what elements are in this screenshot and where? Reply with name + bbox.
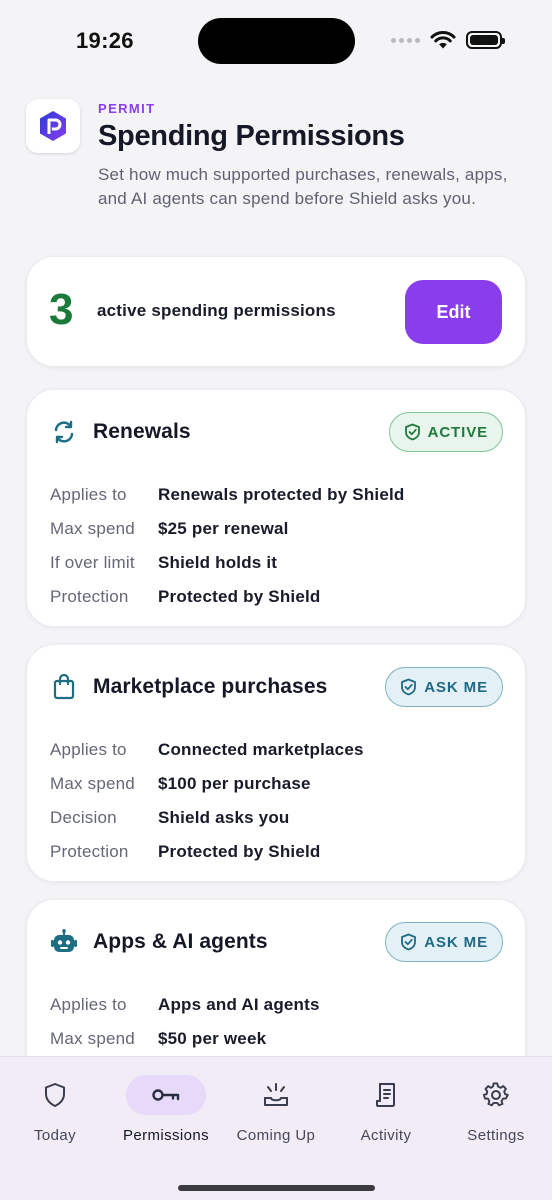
detail-key: Protection (50, 842, 129, 861)
detail-key: Applies to (50, 485, 127, 504)
detail-value: $25 per renewal (158, 519, 289, 538)
shopping-bag-icon (49, 672, 79, 702)
detail-value: Protected by Shield (158, 842, 321, 861)
status-badge-ask: ASK ME (385, 667, 503, 707)
status-time: 19:26 (76, 28, 134, 53)
status-badge-ask: ASK ME (385, 922, 503, 962)
receipt-icon (376, 1083, 396, 1107)
badge-label: ACTIVE (427, 423, 488, 441)
tab-label: Settings (467, 1127, 525, 1144)
detail-key: Protection (50, 587, 129, 606)
edit-button[interactable]: Edit (405, 280, 502, 344)
app-logo (26, 99, 80, 153)
page-subtitle: Set how much supported purchases, renewa… (98, 165, 508, 208)
robot-icon (49, 927, 79, 957)
shield-icon (45, 1083, 65, 1107)
tab-label: Coming Up (236, 1127, 316, 1144)
detail-key: Decision (50, 808, 117, 827)
detail-row: Protection Protected by Shield (50, 580, 503, 614)
page-eyebrow: PERMIT (98, 101, 156, 116)
detail-value: Apps and AI agents (158, 995, 320, 1014)
tab-label: Permissions (122, 1127, 210, 1144)
permission-card-renewals[interactable]: Renewals ACTIVE Applies to Renewals prote… (26, 389, 526, 627)
permission-card-marketplace[interactable]: Marketplace purchases ASK ME Applies to C… (26, 644, 526, 882)
permission-title: Apps & AI agents (93, 930, 268, 953)
detail-key: If over limit (50, 553, 135, 572)
detail-row: Max spend $25 per renewal (50, 512, 503, 546)
home-indicator[interactable] (178, 1185, 375, 1191)
badge-label: ASK ME (424, 933, 488, 951)
detail-key: Applies to (50, 740, 127, 759)
detail-row: Max spend $100 per purchase (50, 767, 503, 801)
detail-key: Max spend (50, 774, 135, 793)
active-count: 3 (49, 285, 74, 334)
detail-value: Shield asks you (158, 808, 290, 827)
status-badge-active: ACTIVE (388, 412, 503, 452)
shield-check-icon (404, 423, 420, 441)
detail-key: Max spend (50, 1029, 135, 1048)
detail-row: Applies to Renewals protected by Shield (50, 478, 503, 512)
detail-value: Connected marketplaces (158, 740, 364, 759)
wifi-icon (430, 31, 456, 49)
tab-label: Today (33, 1127, 77, 1144)
tab-coming-up[interactable]: Coming Up (221, 1075, 331, 1144)
active-count-label: active spending permissions (97, 301, 336, 320)
detail-row: Decision Shield asks you (50, 801, 503, 835)
key-icon (152, 1089, 180, 1101)
detail-row: Max spend $50 per week (50, 1022, 503, 1056)
tab-bar: Today Permissions Coming Up Activity Set… (0, 1056, 552, 1200)
gear-icon (483, 1082, 509, 1107)
detail-value: Shield holds it (158, 553, 278, 572)
shield-logo-icon (40, 111, 66, 141)
tab-label: Activity (360, 1127, 412, 1144)
detail-value: Renewals protected by Shield (158, 485, 405, 504)
dynamic-island (198, 18, 355, 64)
detail-value: $50 per week (158, 1029, 267, 1048)
tab-permissions[interactable]: Permissions (111, 1075, 221, 1144)
signal-icon (391, 37, 420, 43)
permission-title: Renewals (93, 420, 191, 443)
detail-key: Max spend (50, 519, 135, 538)
shield-check-icon (401, 933, 417, 951)
tab-today[interactable]: Today (0, 1075, 110, 1144)
detail-row: Applies to Connected marketplaces (50, 733, 503, 767)
detail-row: Applies to Apps and AI agents (50, 988, 503, 1022)
badge-label: ASK ME (424, 678, 488, 696)
summary-card: 3 active spending permissions Edit (26, 256, 526, 367)
permission-title: Marketplace purchases (93, 675, 328, 698)
refresh-icon (49, 417, 79, 447)
detail-key: Applies to (50, 995, 127, 1014)
detail-row: Protection Protected by Shield (50, 835, 503, 869)
status-bar: 19:26 (0, 0, 552, 84)
detail-row: If over limit Shield holds it (50, 546, 503, 580)
battery-icon (466, 31, 505, 49)
tab-settings[interactable]: Settings (441, 1075, 551, 1144)
status-icons (391, 30, 505, 50)
page-title: Spending Permissions (98, 120, 405, 152)
detail-value: $100 per purchase (158, 774, 311, 793)
shield-check-icon (401, 678, 417, 696)
sunrise-icon (264, 1083, 288, 1106)
tab-activity[interactable]: Activity (331, 1075, 441, 1144)
detail-value: Protected by Shield (158, 587, 321, 606)
